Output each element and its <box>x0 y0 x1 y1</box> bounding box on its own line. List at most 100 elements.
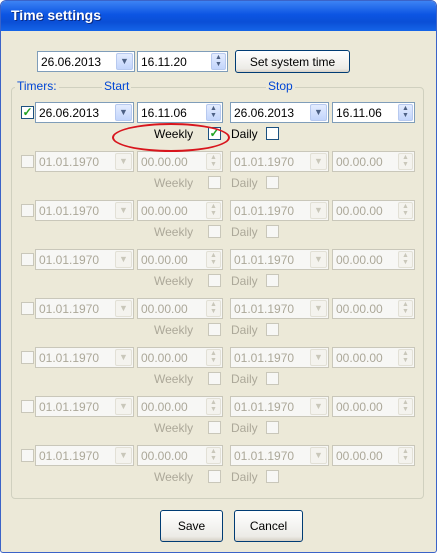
timer-enable-checkbox[interactable] <box>21 155 34 168</box>
daily-checkbox[interactable] <box>266 127 279 140</box>
spinner-icon[interactable]: ▲ ▼ <box>398 349 413 366</box>
set-system-time-button[interactable]: Set system time <box>235 50 350 73</box>
weekly-checkbox[interactable] <box>208 225 221 238</box>
timer-enable-checkbox[interactable] <box>21 351 34 364</box>
timer-stop-time-spinner[interactable]: 00.00.00 ▲ ▼ <box>332 200 415 221</box>
chevron-down-icon[interactable]: ▼ <box>310 398 327 415</box>
daily-label: Daily <box>231 323 258 337</box>
timer-enable-checkbox[interactable] <box>21 204 34 217</box>
daily-checkbox[interactable] <box>266 176 279 189</box>
chevron-down-icon[interactable]: ▼ <box>310 202 327 219</box>
chevron-down-icon[interactable]: ▼ <box>115 300 132 317</box>
chevron-down-icon[interactable]: ▼ <box>115 153 132 170</box>
chevron-down-icon[interactable]: ▼ <box>116 53 133 70</box>
daily-checkbox[interactable] <box>266 274 279 287</box>
timer-start-date-picker[interactable]: 26.06.2013 ▼ <box>35 102 134 123</box>
spinner-icon[interactable]: ▲ ▼ <box>206 300 221 317</box>
timer-stop-date-picker[interactable]: 01.01.1970 ▼ <box>230 445 329 466</box>
timer-start-time-spinner[interactable]: 00.00.00 ▲ ▼ <box>137 249 223 270</box>
daily-checkbox[interactable] <box>266 323 279 336</box>
timer-stop-date: 01.01.1970 <box>234 155 295 169</box>
timer-start-date-picker[interactable]: 01.01.1970 ▼ <box>35 249 134 270</box>
chevron-down-icon[interactable]: ▼ <box>310 251 327 268</box>
timer-start-date: 01.01.1970 <box>39 351 100 365</box>
timer-stop-date-picker[interactable]: 01.01.1970 ▼ <box>230 200 329 221</box>
timer-start-time-spinner[interactable]: 16.11.06 ▲ ▼ <box>137 102 223 123</box>
timer-stop-date-picker[interactable]: 01.01.1970 ▼ <box>230 298 329 319</box>
timer-start-date-picker[interactable]: 01.01.1970 ▼ <box>35 347 134 368</box>
chevron-down-icon[interactable]: ▼ <box>310 104 327 121</box>
timer-enable-checkbox[interactable] <box>21 449 34 462</box>
timer-start-time-spinner[interactable]: 00.00.00 ▲ ▼ <box>137 200 223 221</box>
weekly-checkbox[interactable] <box>208 176 221 189</box>
timer-stop-date-picker[interactable]: 01.01.1970 ▼ <box>230 249 329 270</box>
daily-checkbox[interactable] <box>266 225 279 238</box>
spinner-icon[interactable]: ▲ ▼ <box>398 153 413 170</box>
chevron-down-icon[interactable]: ▼ <box>115 349 132 366</box>
timer-enable-checkbox[interactable] <box>21 302 34 315</box>
weekly-checkbox[interactable] <box>208 421 221 434</box>
timer-stop-time-spinner[interactable]: 16.11.06 ▲ ▼ <box>332 102 415 123</box>
cancel-button[interactable]: Cancel <box>234 510 303 542</box>
daily-checkbox[interactable] <box>266 421 279 434</box>
spinner-icon[interactable]: ▲ ▼ <box>398 447 413 464</box>
timer-stop-time-spinner[interactable]: 00.00.00 ▲ ▼ <box>332 347 415 368</box>
timer-stop-date-picker[interactable]: 01.01.1970 ▼ <box>230 396 329 417</box>
spinner-icon[interactable]: ▲ ▼ <box>206 398 221 415</box>
chevron-down-icon[interactable]: ▼ <box>115 251 132 268</box>
timer-stop-date-picker[interactable]: 01.01.1970 ▼ <box>230 347 329 368</box>
timer-start-date-picker[interactable]: 01.01.1970 ▼ <box>35 151 134 172</box>
save-button[interactable]: Save <box>160 510 223 542</box>
timer-start-date-picker[interactable]: 01.01.1970 ▼ <box>35 396 134 417</box>
chevron-down-icon[interactable]: ▼ <box>115 398 132 415</box>
spinner-icon[interactable]: ▲ ▼ <box>398 300 413 317</box>
spinner-icon[interactable]: ▲ ▼ <box>206 202 221 219</box>
chevron-down-icon[interactable]: ▼ <box>115 202 132 219</box>
spinner-icon[interactable]: ▲ ▼ <box>211 53 226 70</box>
timer-start-date-picker[interactable]: 01.01.1970 ▼ <box>35 298 134 319</box>
timer-stop-time-spinner[interactable]: 00.00.00 ▲ ▼ <box>332 151 415 172</box>
timer-start-date-picker[interactable]: 01.01.1970 ▼ <box>35 200 134 221</box>
timer-stop-time: 00.00.00 <box>336 155 383 169</box>
chevron-down-icon[interactable]: ▼ <box>115 104 132 121</box>
spinner-icon[interactable]: ▲ ▼ <box>206 349 221 366</box>
spinner-icon[interactable]: ▲ ▼ <box>398 398 413 415</box>
spinner-icon[interactable]: ▲ ▼ <box>206 251 221 268</box>
chevron-down-icon[interactable]: ▼ <box>310 153 327 170</box>
timer-stop-date-picker[interactable]: 26.06.2013 ▼ <box>230 102 329 123</box>
spinner-icon[interactable]: ▲ ▼ <box>398 104 413 121</box>
chevron-down-icon[interactable]: ▼ <box>310 349 327 366</box>
timer-stop-time-spinner[interactable]: 00.00.00 ▲ ▼ <box>332 249 415 270</box>
timer-stop-time-spinner[interactable]: 00.00.00 ▲ ▼ <box>332 445 415 466</box>
daily-checkbox[interactable] <box>266 372 279 385</box>
timer-start-time-spinner[interactable]: 00.00.00 ▲ ▼ <box>137 298 223 319</box>
spinner-icon[interactable]: ▲ ▼ <box>206 153 221 170</box>
spinner-icon[interactable]: ▲ ▼ <box>206 447 221 464</box>
weekly-checkbox[interactable] <box>208 323 221 336</box>
system-date-picker[interactable]: 26.06.2013 ▼ <box>37 51 135 72</box>
timer-start-date-picker[interactable]: 01.01.1970 ▼ <box>35 445 134 466</box>
timer-enable-checkbox[interactable]: ✓ <box>21 106 34 119</box>
daily-checkbox[interactable] <box>266 470 279 483</box>
system-time-spinner[interactable]: 16.11.20 ▲ ▼ <box>137 51 228 72</box>
timer-stop-time-spinner[interactable]: 00.00.00 ▲ ▼ <box>332 298 415 319</box>
timer-stop-time-spinner[interactable]: 00.00.00 ▲ ▼ <box>332 396 415 417</box>
timer-start-time-spinner[interactable]: 00.00.00 ▲ ▼ <box>137 445 223 466</box>
spinner-icon[interactable]: ▲ ▼ <box>206 104 221 121</box>
weekly-checkbox[interactable] <box>208 470 221 483</box>
timer-start-time-spinner[interactable]: 00.00.00 ▲ ▼ <box>137 396 223 417</box>
spinner-icon[interactable]: ▲ ▼ <box>398 202 413 219</box>
timer-enable-checkbox[interactable] <box>21 253 34 266</box>
timer-enable-checkbox[interactable] <box>21 400 34 413</box>
weekly-checkbox[interactable] <box>208 372 221 385</box>
timer-start-time-spinner[interactable]: 00.00.00 ▲ ▼ <box>137 347 223 368</box>
timer-stop-date-picker[interactable]: 01.01.1970 ▼ <box>230 151 329 172</box>
timer-start-time-spinner[interactable]: 00.00.00 ▲ ▼ <box>137 151 223 172</box>
chevron-down-icon[interactable]: ▼ <box>310 447 327 464</box>
chevron-down-icon[interactable]: ▼ <box>310 300 327 317</box>
chevron-down-icon[interactable]: ▼ <box>115 447 132 464</box>
timer-stop-date: 01.01.1970 <box>234 302 295 316</box>
timer-stop-time: 00.00.00 <box>336 253 383 267</box>
weekly-checkbox[interactable] <box>208 274 221 287</box>
spinner-icon[interactable]: ▲ ▼ <box>398 251 413 268</box>
